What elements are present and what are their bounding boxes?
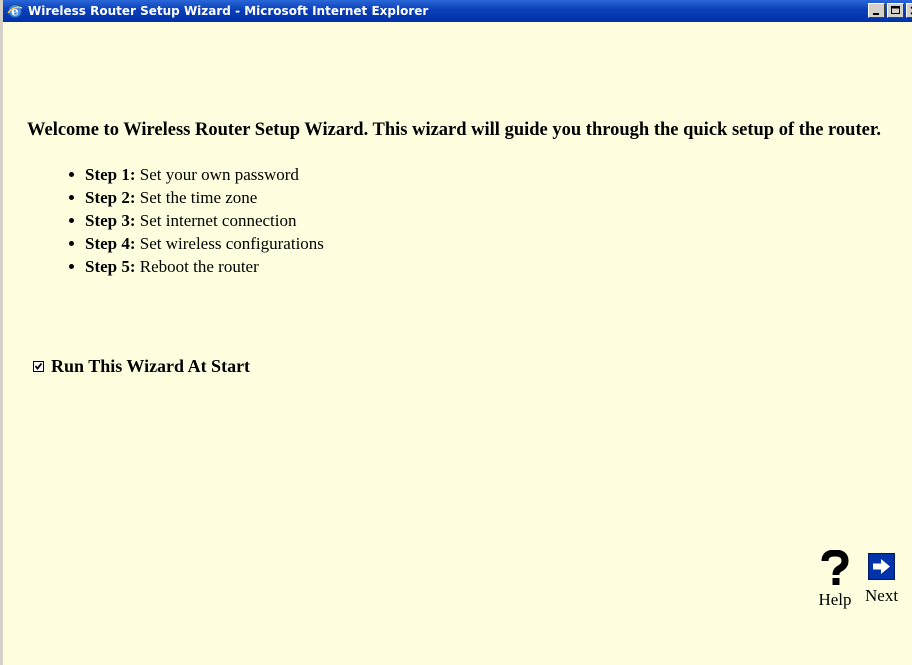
step-label: Step 3: xyxy=(85,211,136,230)
wizard-content: Welcome to Wireless Router Setup Wizard.… xyxy=(27,118,907,278)
list-item: Step 4: Set wireless configurations xyxy=(69,232,907,255)
question-mark-icon[interactable] xyxy=(817,549,853,586)
run-wizard-checkbox[interactable] xyxy=(33,361,44,372)
step-label: Step 1: xyxy=(85,165,136,184)
step-label: Step 5: xyxy=(85,257,136,276)
minimize-button[interactable] xyxy=(868,3,885,18)
step-label: Step 4: xyxy=(85,234,136,253)
step-text: Reboot the router xyxy=(139,257,259,276)
next-button[interactable]: Next xyxy=(865,550,898,606)
title-bar[interactable]: e Wireless Router Setup Wizard - Microso… xyxy=(3,0,912,22)
step-text: Set the time zone xyxy=(139,188,258,207)
help-label[interactable]: Help xyxy=(817,590,853,610)
browser-window: e Wireless Router Setup Wizard - Microso… xyxy=(0,0,912,665)
internet-explorer-icon: e xyxy=(7,3,23,19)
list-item: Step 2: Set the time zone xyxy=(69,186,907,209)
welcome-message: Welcome to Wireless Router Setup Wizard.… xyxy=(27,120,881,140)
window-title: Wireless Router Setup Wizard - Microsoft… xyxy=(28,4,429,18)
next-label[interactable]: Next xyxy=(865,586,898,606)
step-text: Set internet connection xyxy=(139,211,297,230)
steps-list: Step 1: Set your own password Step 2: Se… xyxy=(27,163,907,278)
help-button[interactable]: Help xyxy=(817,549,853,610)
step-text: Set your own password xyxy=(139,165,299,184)
list-item: Step 1: Set your own password xyxy=(69,163,907,186)
list-item: Step 3: Set internet connection xyxy=(69,209,907,232)
list-item: Step 5: Reboot the router xyxy=(69,255,907,278)
right-arrow-icon[interactable] xyxy=(868,553,896,580)
step-text: Set wireless configurations xyxy=(139,234,324,253)
step-label: Step 2: xyxy=(85,188,136,207)
close-button[interactable] xyxy=(906,3,912,18)
run-wizard-label[interactable]: Run This Wizard At Start xyxy=(51,356,250,377)
run-wizard-at-start-option[interactable]: Run This Wizard At Start xyxy=(33,356,250,377)
window-controls xyxy=(868,3,912,18)
maximize-button[interactable] xyxy=(887,3,904,18)
